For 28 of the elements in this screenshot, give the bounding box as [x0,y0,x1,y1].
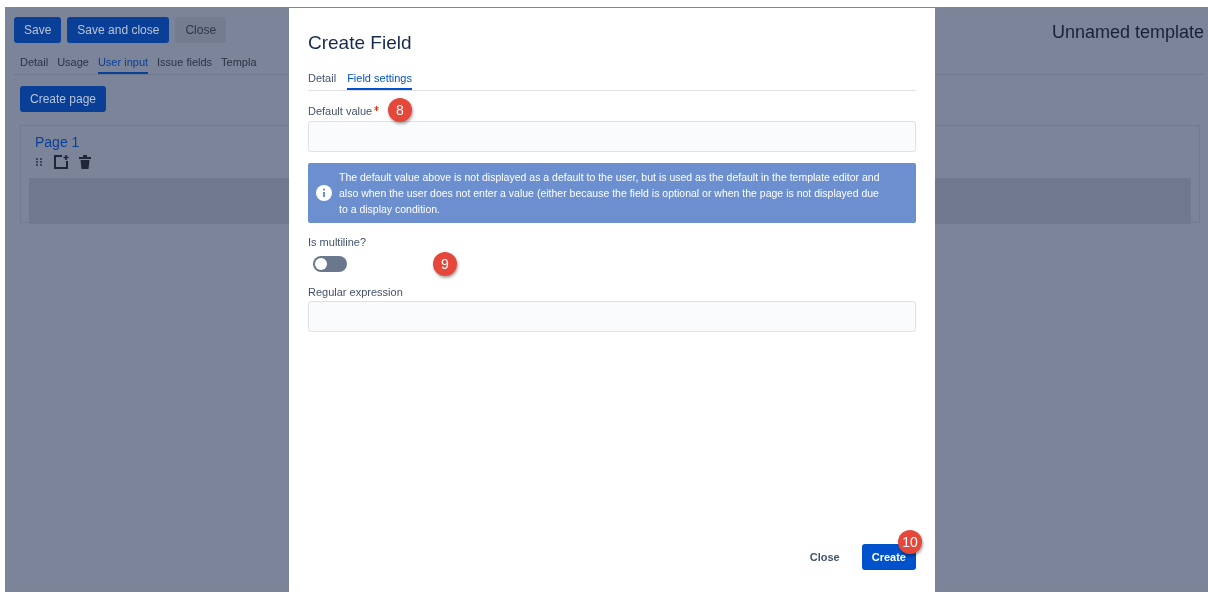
trash-icon[interactable] [79,155,91,169]
tab[interactable]: Usage [57,53,89,74]
field-label: Regular expression [308,286,404,298]
tab[interactable]: Field settings [347,70,412,90]
save-button[interactable]: Save and close [67,17,170,43]
tab[interactable]: Issue fields [157,53,213,74]
step-marker: 8 [388,98,412,122]
tab[interactable]: Templa [221,53,257,74]
field-label: Default value [308,105,373,117]
info-text: The default value above is not displayed as a default to the user, but is used as the default in the template editor and also when the user does not enter a value (either because the field is optional or when the page is not displayed due to a display condition. [339,170,881,217]
tab[interactable]: Detail [20,53,49,74]
create-page-button[interactable]: Create page [20,86,107,112]
field-label: Is multiline? [308,236,368,248]
input-field[interactable] [308,301,916,332]
page-title: Page 1 [35,134,80,150]
add-field-icon[interactable] [53,154,69,170]
toggle-switch[interactable] [313,256,347,272]
dialog-title: Create Field [308,32,413,54]
save-button[interactable]: Save [14,17,62,43]
info-icon [316,185,332,201]
close-button[interactable]: Close [799,544,850,570]
tab[interactable]: Detail [308,70,337,90]
close-button[interactable]: Close [175,17,227,43]
input-field[interactable] [308,121,916,152]
step-marker: 10 [898,530,922,554]
drag-handle-icon[interactable] [35,157,43,167]
template-title: Unnamed template [1051,22,1204,43]
step-marker: 9 [433,252,457,276]
